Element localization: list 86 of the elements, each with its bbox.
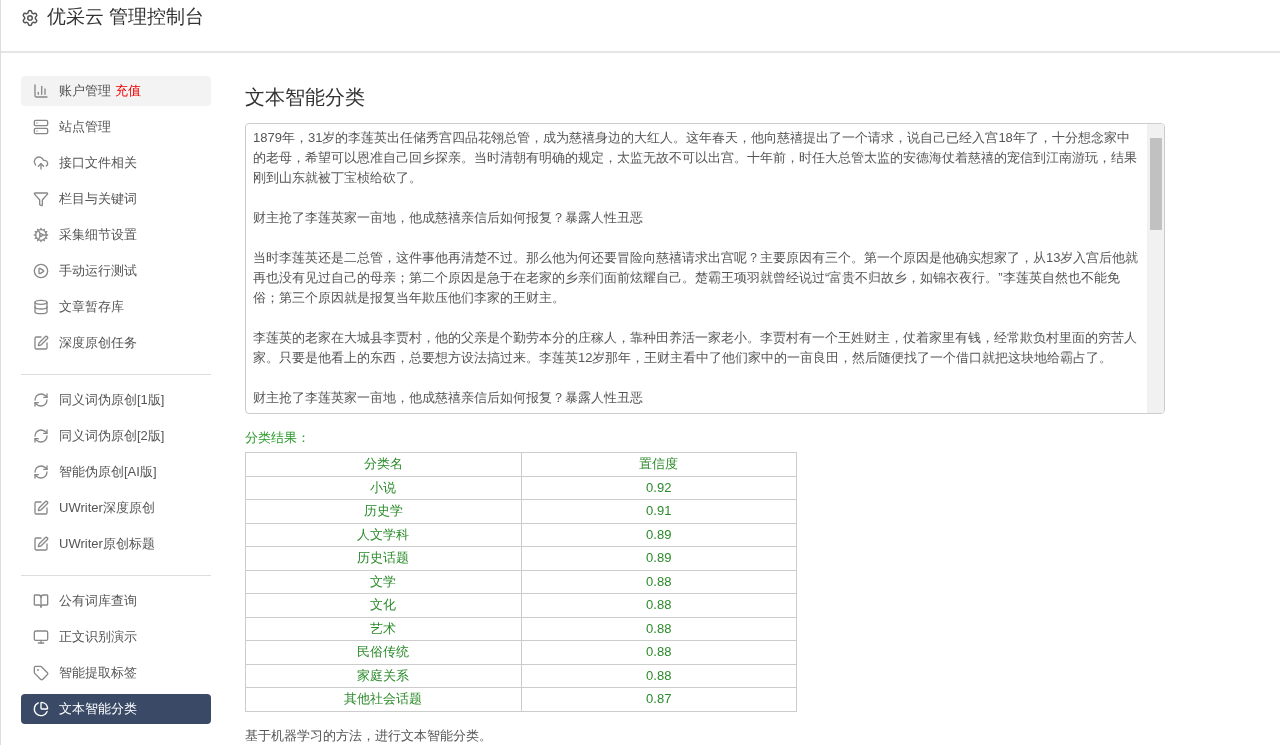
sidebar-label: 文本智能分类 bbox=[59, 700, 137, 719]
sidebar-label: UWriter深度原创 bbox=[59, 499, 155, 518]
text-paragraph: 财主抢了李莲英家一亩地，他成慈禧亲信后如何报复？暴露人性丑恶 bbox=[253, 209, 644, 227]
sidebar-item[interactable]: 文本智能分类 bbox=[21, 694, 211, 724]
sidebar-label: 深度原创任务 bbox=[59, 334, 137, 353]
table-cell: 小说 bbox=[245, 476, 521, 500]
server-icon bbox=[33, 119, 49, 135]
sidebar-label: 采集细节设置 bbox=[59, 226, 137, 245]
sidebar-label: 接口文件相关 bbox=[59, 154, 137, 173]
sidebar-label: 智能提取标签 bbox=[59, 664, 137, 683]
table-cell: 0.88 bbox=[521, 664, 797, 688]
filter-icon bbox=[33, 191, 49, 207]
column-header: 置信度 bbox=[521, 452, 797, 476]
sidebar-item[interactable]: 站点管理 bbox=[21, 112, 211, 142]
description-text: 基于机器学习的方法，进行文本智能分类。 bbox=[245, 726, 493, 745]
table-cell: 民俗传统 bbox=[245, 640, 521, 664]
refresh-icon bbox=[33, 464, 49, 480]
sidebar-label: 同义词伪原创[2版] bbox=[59, 427, 165, 446]
sidebar-item[interactable]: 智能提取标签 bbox=[21, 658, 211, 688]
cloud-upload-icon bbox=[33, 155, 49, 171]
edit-icon bbox=[33, 500, 49, 516]
text-paragraph: 李莲英的老家在大城县李贾村，他的父亲是个勤劳本分的庄稼人，靠种田养活一家老小。李贾村有一个王姓财主，仗着家里有钱，经常欺负村里面的穷苦人家。只要是他看上的东西，总要想方设法搞过来。李莲英12岁那年，王财主看中了他们家中的一亩良田，然后随便找了一个借口就把这块地给霸占了。 bbox=[253, 329, 1138, 367]
table-cell: 0.89 bbox=[521, 546, 797, 570]
sidebar-item[interactable]: 文章暂存库 bbox=[21, 292, 211, 322]
sidebar-label: 站点管理 bbox=[59, 118, 111, 137]
gears-icon bbox=[33, 227, 49, 243]
edit-icon bbox=[33, 335, 49, 351]
table-cell: 其他社会话题 bbox=[245, 687, 521, 711]
text-paragraph: 财主抢了李莲英家一亩地，他成慈禧亲信后如何报复？暴露人性丑恶 bbox=[253, 389, 644, 407]
table-cell: 人文学科 bbox=[245, 523, 521, 547]
table-cell: 0.88 bbox=[521, 640, 797, 664]
table-cell: 0.88 bbox=[521, 617, 797, 641]
sidebar-item[interactable]: 接口文件相关 bbox=[21, 148, 211, 178]
sidebar-label: 账户管理 bbox=[59, 82, 111, 101]
sidebar-label: 手动运行测试 bbox=[59, 262, 137, 281]
sidebar-item[interactable]: UWriter原创标题 bbox=[21, 529, 211, 559]
scrollbar[interactable] bbox=[1147, 124, 1164, 413]
refresh-icon bbox=[33, 392, 49, 408]
sidebar-item[interactable]: 同义词伪原创[2版] bbox=[21, 421, 211, 451]
table-cell: 0.88 bbox=[521, 570, 797, 594]
sidebar-label: 文章暂存库 bbox=[59, 298, 124, 317]
page-title: 文本智能分类 bbox=[245, 85, 366, 110]
table-cell: 家庭关系 bbox=[245, 664, 521, 688]
table-cell: 0.92 bbox=[521, 476, 797, 500]
table-cell: 0.91 bbox=[521, 499, 797, 523]
text-area[interactable] bbox=[245, 123, 1165, 414]
recharge-link[interactable]: 充值 bbox=[115, 81, 141, 101]
play-icon bbox=[33, 263, 49, 279]
table-cell: 艺术 bbox=[245, 617, 521, 641]
settings-icon bbox=[21, 8, 39, 27]
sidebar-item[interactable]: 采集细节设置 bbox=[21, 220, 211, 250]
table-cell: 文化 bbox=[245, 593, 521, 617]
text-paragraph: 当时李莲英还是二总管，这件事他再清楚不过。那么他为何还要冒险向慈禧请求出宫呢？主要原因有三个。第一个原因是他确实想家了，从13岁入宫后他就再也没有见过自己的母亲；第二个原因是急于在老家的乡亲们面前炫耀自己。楚霸王项羽就曾经说过“富贵不归故乡，如锦衣夜行。”李莲英自然也不能免俗；第三个原因就是报复当年欺压他们李家的王财主。 bbox=[253, 249, 1140, 307]
sidebar-item[interactable]: 智能伪原创[AI版] bbox=[21, 457, 211, 487]
text-paragraph: 1879年，31岁的李莲英出任储秀宫四品花翎总管，成为慈禧身边的大红人。这年春天，他向慈禧提出了一个请求，说自己已经入宫18年了，十分想念家中的老母，希望可以恩准自己回乡探亲。当时清朝有明确的规定，太监无故不可以出宫。十年前，时任大总管太监的安德海仗着慈禧的宠信到江南游玩，结果刚到山东就被丁宝桢给砍了。 bbox=[253, 129, 1138, 187]
sidebar-item[interactable]: 公有词库查询 bbox=[21, 586, 211, 616]
sidebar-label: 公有词库查询 bbox=[59, 592, 137, 611]
table-cell: 历史话题 bbox=[245, 546, 521, 570]
table-cell: 文学 bbox=[245, 570, 521, 594]
tag-icon bbox=[33, 665, 49, 681]
sidebar-item[interactable]: 手动运行测试 bbox=[21, 256, 211, 286]
sidebar-item[interactable]: 账户管理 充值 bbox=[21, 76, 211, 106]
column-header: 分类名 bbox=[245, 452, 521, 476]
app-title: 优采云 管理控制台 bbox=[47, 5, 205, 30]
sidebar-item[interactable]: 同义词伪原创[1版] bbox=[21, 385, 211, 415]
sidebar-item[interactable]: UWriter深度原创 bbox=[21, 493, 211, 523]
book-icon bbox=[33, 593, 49, 609]
pie-chart-icon bbox=[33, 701, 49, 717]
table-cell: 0.87 bbox=[521, 687, 797, 711]
sidebar-label: UWriter原创标题 bbox=[59, 535, 155, 554]
refresh-icon bbox=[33, 428, 49, 444]
sidebar-label: 同义词伪原创[1版] bbox=[59, 391, 165, 410]
monitor-icon bbox=[33, 629, 49, 645]
sidebar-item[interactable]: 栏目与关键词 bbox=[21, 184, 211, 214]
table-cell: 0.89 bbox=[521, 523, 797, 547]
result-label: 分类结果： bbox=[245, 429, 311, 447]
table-cell: 0.88 bbox=[521, 593, 797, 617]
bar-chart-icon bbox=[33, 83, 49, 99]
sidebar-label: 正文识别演示 bbox=[59, 628, 137, 647]
database-icon bbox=[33, 299, 49, 315]
sidebar-label: 智能伪原创[AI版] bbox=[59, 463, 157, 482]
sidebar-item[interactable]: 正文识别演示 bbox=[21, 622, 211, 652]
sidebar-item[interactable]: 深度原创任务 bbox=[21, 328, 211, 358]
table-cell: 历史学 bbox=[245, 499, 521, 523]
sidebar-label: 栏目与关键词 bbox=[59, 190, 137, 209]
edit-icon bbox=[33, 536, 49, 552]
